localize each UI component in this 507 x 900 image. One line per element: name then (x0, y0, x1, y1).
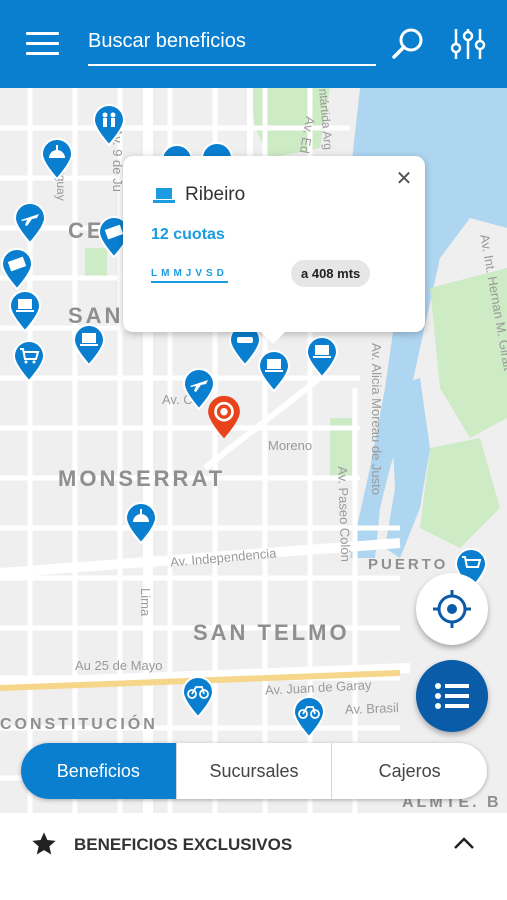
street-label: Moreno (268, 438, 313, 453)
my-location-button[interactable] (416, 573, 488, 645)
list-view-button[interactable] (416, 660, 488, 732)
street-label: Av. Brasil (344, 700, 399, 717)
close-icon[interactable]: ✕ (393, 168, 415, 190)
crosshair-icon (433, 590, 471, 628)
benefit-popup[interactable]: Ribeiro ✕ 12 cuotas LMMJVSD a 408 mts (123, 156, 425, 344)
search-input[interactable] (88, 22, 376, 60)
search-button[interactable] (390, 26, 426, 62)
family-pin-icon[interactable] (92, 104, 126, 146)
bicycle-pin-icon[interactable] (292, 696, 326, 738)
street-label: Lima (138, 588, 153, 617)
menu-button[interactable] (26, 30, 60, 58)
dining-pin-icon[interactable] (40, 138, 74, 180)
distance-badge: a 408 mts (291, 260, 371, 287)
cart-pin-icon[interactable] (12, 340, 46, 382)
exclusive-benefits-panel[interactable]: BENEFICIOS EXCLUSIVOS (0, 813, 507, 900)
laptop-icon (153, 188, 175, 203)
laptop-pin-icon[interactable] (257, 350, 291, 392)
view-segmented-control: Beneficios Sucursales Cajeros (21, 743, 487, 799)
airplane-pin-icon[interactable] (13, 202, 47, 244)
bicycle-pin-icon[interactable] (181, 676, 215, 718)
laptop-pin-icon[interactable] (8, 290, 42, 332)
laptop-pin-icon[interactable] (72, 324, 106, 366)
chevron-up-icon[interactable] (452, 833, 476, 853)
filter-button[interactable] (450, 26, 486, 62)
list-icon (435, 683, 469, 709)
star-icon (32, 832, 56, 855)
popup-title: Ribeiro (185, 184, 246, 205)
filter-sliders-icon (450, 29, 486, 59)
search-icon (392, 28, 423, 59)
district-label: MONSERRAT (58, 466, 226, 491)
selected-location-pin-icon[interactable] (206, 394, 242, 440)
district-label: CONSTITUCIÓN (0, 716, 158, 733)
district-label: SAN TELMO (193, 620, 350, 645)
street-label: Av. Alicia Moreau de Justo (369, 343, 384, 495)
days-label: LMMJVSD (151, 268, 228, 283)
ticket-pin-icon[interactable] (0, 248, 34, 290)
panel-title: BENEFICIOS EXCLUSIVOS (74, 835, 293, 854)
street-label: Au 25 de Mayo (75, 658, 163, 673)
laptop-pin-icon[interactable] (305, 336, 339, 378)
tab-cajeros[interactable]: Cajeros (331, 743, 487, 799)
search-field[interactable] (88, 22, 376, 66)
top-app-bar (0, 0, 507, 88)
tab-beneficios[interactable]: Beneficios (21, 743, 176, 799)
cuotas-label: 12 cuotas (151, 226, 225, 243)
dining-pin-icon[interactable] (124, 502, 158, 544)
tab-sucursales[interactable]: Sucursales (175, 743, 332, 799)
